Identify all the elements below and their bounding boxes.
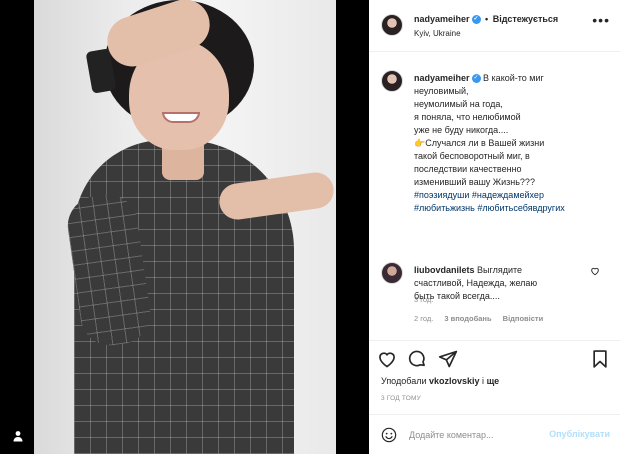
hashtag-link[interactable]: #любитьжизнь #любитьсебявдругих xyxy=(414,203,565,213)
likes-prefix: Уподобали xyxy=(381,376,427,386)
caption-text: nadyameiher ✓ В какой-то миг неуловимый, … xyxy=(414,72,614,215)
caption-line: изменивший вашу Жизнь??? xyxy=(414,177,535,187)
verified-badge-icon: ✓ xyxy=(471,15,481,25)
more-icon[interactable]: ••• xyxy=(592,12,610,28)
action-bar xyxy=(369,340,620,374)
caption-line: уже не буду никогда.... xyxy=(414,125,509,135)
post-location[interactable]: Kyiv, Ukraine xyxy=(414,29,461,38)
follow-status-button[interactable]: Відстежується xyxy=(493,14,558,24)
caption-line: последствии качественно xyxy=(414,164,522,174)
caption-line: я поняла, что нелюбимой xyxy=(414,112,521,122)
comment-likes-link[interactable]: 3 вподобань xyxy=(444,314,491,323)
likes-user-link[interactable]: vkozlovskiy xyxy=(429,376,480,386)
caption-line: 👉Случался ли в Вашей жизни xyxy=(414,138,545,148)
comment-line: Выглядите xyxy=(477,265,523,275)
likes-summary: Уподобали vkozlovskiy і ще xyxy=(381,376,499,386)
caption-avatar[interactable] xyxy=(381,70,403,92)
header-user-line: nadyameiher ✓ • Відстежується xyxy=(414,14,558,25)
header-username[interactable]: nadyameiher xyxy=(414,14,470,24)
smiley-icon[interactable] xyxy=(381,427,397,443)
post-photo[interactable] xyxy=(34,0,336,454)
hashtag-link[interactable]: #поэзиядуши #надеждамейхер xyxy=(414,190,544,200)
comment-line: быть такой всегда.... xyxy=(414,291,500,301)
caption-line: неумолимый на года, xyxy=(414,99,503,109)
comment-text: liubovdanilets Выглядите счастливой, Над… xyxy=(414,264,584,303)
avatar[interactable] xyxy=(381,14,403,36)
photo-figure-smile xyxy=(162,112,200,123)
publish-button[interactable]: Опублікувати xyxy=(549,429,610,439)
comment-icon[interactable] xyxy=(407,349,429,371)
verified-badge-icon: ✓ xyxy=(471,74,481,84)
instagram-post-modal: nadyameiher ✓ • Відстежується Kyiv, Ukrai… xyxy=(0,0,620,454)
header-separator: • xyxy=(485,14,489,24)
likes-others-link[interactable]: ще xyxy=(487,376,500,386)
comment-line: счастливой, Надежда, желаю xyxy=(414,278,538,288)
reply-button[interactable]: Відповісти xyxy=(503,314,544,323)
comment-input[interactable] xyxy=(409,425,559,445)
post-side-panel: nadyameiher ✓ • Відстежується Kyiv, Ukrai… xyxy=(369,0,620,454)
comment-timestamp: 2 год. xyxy=(414,314,434,323)
add-comment-bar: Опублікувати xyxy=(369,414,620,454)
bookmark-icon[interactable] xyxy=(590,349,612,371)
post-timestamp: 3 ГОД ТОМУ xyxy=(381,395,421,402)
likes-middle: і xyxy=(482,376,485,386)
comment-meta: 2 год. 3 вподобань Відповісти xyxy=(414,314,552,323)
caption-line: В какой-то миг xyxy=(483,73,544,83)
comment-avatar[interactable] xyxy=(381,262,403,284)
heart-icon[interactable] xyxy=(377,349,399,371)
caption-line: такой бесповоротный миг, в xyxy=(414,151,530,161)
comment-like-icon[interactable] xyxy=(590,266,600,279)
post-header: nadyameiher ✓ • Відстежується Kyiv, Ukrai… xyxy=(369,0,620,52)
paper-plane-icon[interactable] xyxy=(438,349,460,371)
caption-username[interactable]: nadyameiher xyxy=(414,73,470,83)
comment-username[interactable]: liubovdanilets xyxy=(414,265,475,275)
photo-figure-arm xyxy=(63,190,155,350)
caption-line: неуловимый, xyxy=(414,86,469,96)
user-tag-icon[interactable] xyxy=(12,430,24,442)
